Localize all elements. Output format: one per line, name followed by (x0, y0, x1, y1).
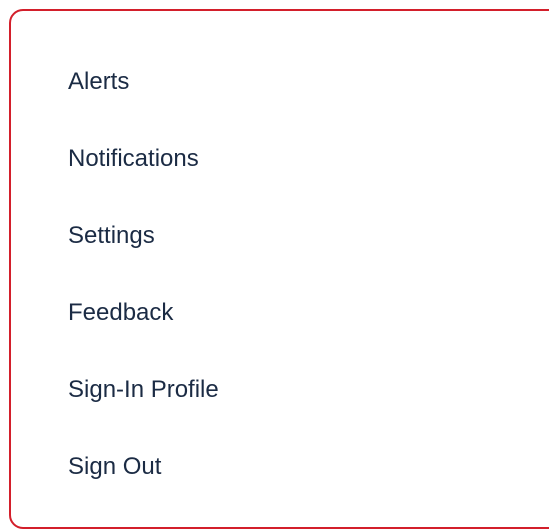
account-dropdown-menu: Alerts Notifications Settings Feedback S… (9, 9, 549, 529)
menu-item-feedback[interactable]: Feedback (68, 293, 219, 370)
menu-item-alerts[interactable]: Alerts (68, 62, 219, 139)
menu-item-notifications[interactable]: Notifications (68, 139, 219, 216)
menu-item-sign-in-profile[interactable]: Sign-In Profile (68, 370, 219, 447)
menu-item-sign-out[interactable]: Sign Out (68, 447, 219, 524)
menu-item-settings[interactable]: Settings (68, 216, 219, 293)
menu-list: Alerts Notifications Settings Feedback S… (68, 62, 219, 524)
